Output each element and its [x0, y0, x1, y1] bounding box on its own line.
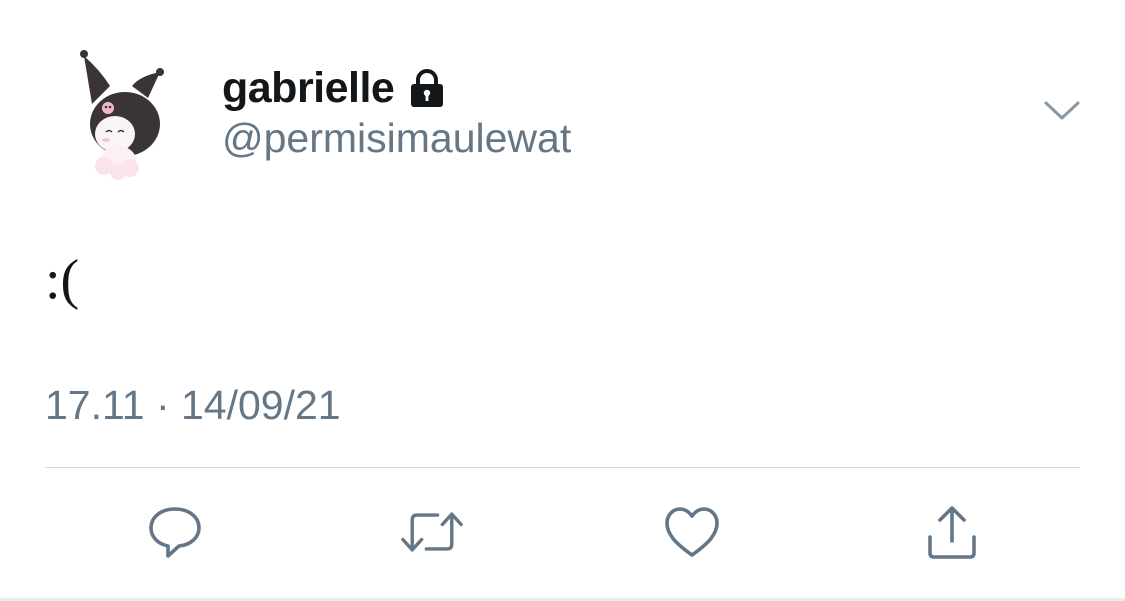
reply-icon: [149, 507, 201, 558]
author-name-row: gabrielle: [222, 62, 448, 114]
tweet-timestamp[interactable]: 17.11 · 14/09/21: [45, 382, 341, 428]
lock-icon: [406, 67, 448, 109]
like-button[interactable]: [660, 500, 724, 564]
reply-button[interactable]: [143, 500, 207, 564]
retweet-button[interactable]: [400, 500, 464, 564]
chevron-down-icon: [1044, 101, 1080, 120]
share-icon: [928, 506, 976, 559]
divider: [45, 467, 1080, 468]
display-name[interactable]: gabrielle: [222, 66, 395, 110]
share-button[interactable]: [920, 500, 984, 564]
user-handle[interactable]: @permisimaulewat: [222, 115, 571, 161]
more-options-button[interactable]: [1040, 95, 1084, 127]
kuromi-avatar-icon: [80, 50, 164, 180]
heart-icon: [665, 507, 719, 557]
avatar[interactable]: [70, 42, 170, 182]
tweet-text: :(: [45, 249, 80, 311]
retweet-icon: [401, 512, 463, 552]
